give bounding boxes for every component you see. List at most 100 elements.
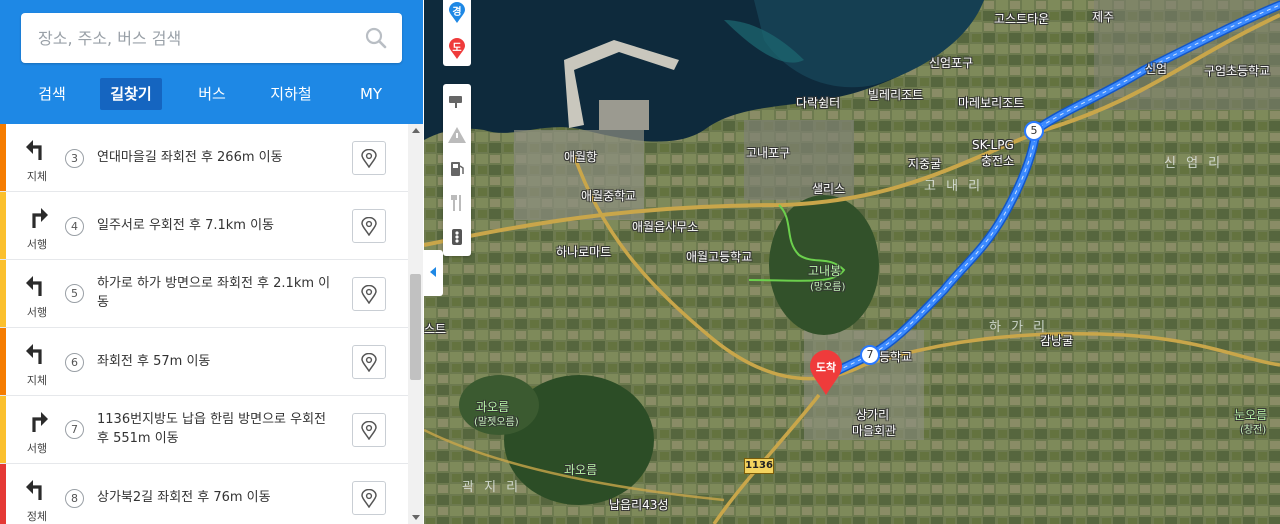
map-mountain-sublabel: (말젯오름) (474, 417, 519, 428)
scroll-down-arrow-icon[interactable] (412, 515, 420, 520)
show-on-map-button[interactable] (352, 413, 386, 447)
map-label[interactable]: 샐리스 (812, 180, 845, 197)
show-on-map-button[interactable] (352, 481, 386, 515)
location-pin-icon (361, 489, 377, 508)
scrollbar-thumb[interactable] (410, 274, 421, 380)
traffic-status-bar (0, 328, 6, 395)
location-pin-icon (361, 421, 377, 440)
location-pin-icon (361, 353, 377, 372)
map-label[interactable]: 마레보리조트 (958, 94, 1024, 111)
map-view[interactable]: 고스트타운 제주 신엄포구 애월항 다락쉼터 빌레리조트 마레보리조트 신엄 구… (424, 0, 1280, 524)
route-step-row[interactable]: 서행 5 하가로 하가 방면으로 좌회전 후 2.1km 이동 (0, 260, 408, 328)
step-instruction: 1136번지방도 납읍 한림 방면으로 우회전 후 551m 이동 (97, 412, 327, 446)
traffic-status-bar (0, 396, 6, 463)
map-label[interactable]: 빌레리조트 (868, 86, 923, 103)
show-on-map-button[interactable] (352, 209, 386, 243)
kakao-map-app: 검색 길찾기 버스 지하철 MY 지체 3 연대마을길 좌회전 후 266m 이… (0, 0, 1280, 524)
map-mountain-sublabel: (창전) (1240, 425, 1267, 436)
map-label[interactable]: 고스트타운 (994, 10, 1049, 27)
map-label[interactable]: SK-LPG (972, 138, 1014, 152)
traffic-status-label: 서행 (26, 238, 48, 251)
map-mountain-label[interactable]: 과오름 (564, 461, 597, 478)
map-label[interactable]: 하나로마트 (556, 243, 611, 260)
step-number: 3 (65, 149, 84, 168)
route-step-row[interactable]: 지체 3 연대마을길 좌회전 후 266m 이동 (0, 124, 408, 192)
route-step-row[interactable]: 정체 8 상가북2길 좌회전 후 76m 이동 (0, 464, 408, 524)
map-label[interactable]: 감낭굴 (1040, 332, 1073, 349)
map-area-label: 곽 지 리 (462, 480, 522, 495)
route-step-row[interactable]: 지체 6 좌회전 후 57m 이동 (0, 328, 408, 396)
map-label[interactable]: 신엄포구 (929, 54, 973, 71)
map-area-label: 신 엄 리 (1164, 156, 1224, 171)
road-number-shield: 1136 (744, 458, 774, 474)
route-step-marker[interactable]: 5 (1024, 121, 1044, 141)
map-label[interactable]: 신엄 (1145, 60, 1167, 77)
scrollbar[interactable] (408, 124, 423, 524)
map-label[interactable]: 고내포구 (746, 144, 790, 161)
map-label[interactable]: 제주 (1092, 8, 1114, 25)
map-label[interactable]: 등학교 (879, 348, 912, 365)
map-label[interactable]: 다락쉼터 (796, 94, 840, 111)
step-instruction: 하가로 하가 방면으로 좌회전 후 2.1km 이동 (97, 276, 331, 310)
map-label[interactable]: 구엄초등학교 (1204, 62, 1270, 79)
map-label[interactable]: 상가리 (856, 406, 889, 423)
route-step-row[interactable]: 서행 4 일주서로 우회전 후 7.1km 이동 (0, 192, 408, 260)
map-label[interactable]: 충전소 (981, 152, 1014, 169)
show-on-map-button[interactable] (352, 277, 386, 311)
route-badge-strip: 경 도 (443, 0, 471, 66)
turn-left-arrow-icon (26, 344, 42, 364)
collapse-arrow-icon (430, 267, 436, 277)
turn-right-arrow-icon (32, 412, 48, 432)
search-icon[interactable] (364, 26, 388, 50)
turn-left-arrow-icon (26, 276, 42, 296)
map-label[interactable]: 애월읍사무소 (632, 218, 698, 235)
map-mountain-sublabel: (망오름) (810, 282, 846, 293)
scroll-up-arrow-icon[interactable] (412, 128, 420, 133)
restaurant-icon[interactable] (446, 192, 468, 214)
step-number: 5 (65, 284, 84, 303)
traffic-status-bar (0, 192, 6, 259)
search-input[interactable] (21, 13, 361, 63)
via-pin-label: 경 (452, 7, 462, 18)
map-mountain-label[interactable]: 고내봉 (808, 262, 841, 279)
step-number: 8 (65, 489, 84, 508)
map-label[interactable]: 납읍리43성 (609, 496, 668, 513)
map-label[interactable]: 애월항 (564, 148, 597, 165)
tab-bus[interactable]: 버스 (186, 78, 238, 110)
turn-right-arrow-icon (32, 208, 48, 228)
gas-station-icon[interactable] (446, 158, 468, 180)
location-pin-icon (361, 217, 377, 236)
step-number: 4 (65, 217, 84, 236)
turn-left-arrow-icon (26, 140, 42, 160)
map-label[interactable]: 지중굴 (908, 155, 941, 172)
map-layer-toolbar (443, 84, 471, 256)
location-pin-icon (361, 285, 377, 304)
location-pin-icon (361, 149, 377, 168)
warning-icon[interactable] (446, 124, 468, 146)
traffic-status-label: 서행 (26, 442, 48, 455)
collapse-sidebar-button[interactable] (424, 250, 443, 296)
step-instruction: 일주서로 우회전 후 7.1km 이동 (97, 218, 274, 233)
map-label[interactable]: 스트 (424, 320, 446, 337)
destination-pin-label: 도 (452, 43, 462, 54)
satellite-terrain (424, 0, 1280, 524)
map-label[interactable]: 애월중학교 (581, 187, 636, 204)
map-label[interactable]: 마을회관 (852, 422, 896, 439)
tab-my[interactable]: MY (346, 78, 396, 110)
tab-subway[interactable]: 지하철 (262, 78, 320, 110)
traffic-status-bar (0, 124, 6, 191)
step-instruction: 좌회전 후 57m 이동 (97, 354, 211, 369)
map-label[interactable]: 애월고등학교 (686, 248, 752, 265)
route-step-marker[interactable]: 7 (860, 345, 880, 365)
arrival-pin-label: 도착 (815, 361, 837, 374)
tab-directions[interactable]: 길찾기 (100, 78, 162, 110)
show-on-map-button[interactable] (352, 345, 386, 379)
show-on-map-button[interactable] (352, 141, 386, 175)
sidebar: 검색 길찾기 버스 지하철 MY 지체 3 연대마을길 좌회전 후 266m 이… (0, 0, 423, 524)
route-step-row[interactable]: 서행 7 1136번지방도 납읍 한림 방면으로 우회전 후 551m 이동 (0, 396, 408, 464)
cctv-icon[interactable] (446, 90, 468, 112)
traffic-light-icon[interactable] (446, 226, 468, 248)
traffic-status-label: 지체 (26, 374, 48, 387)
sidebar-header: 검색 길찾기 버스 지하철 MY (0, 0, 423, 124)
tab-search[interactable]: 검색 (26, 78, 78, 110)
